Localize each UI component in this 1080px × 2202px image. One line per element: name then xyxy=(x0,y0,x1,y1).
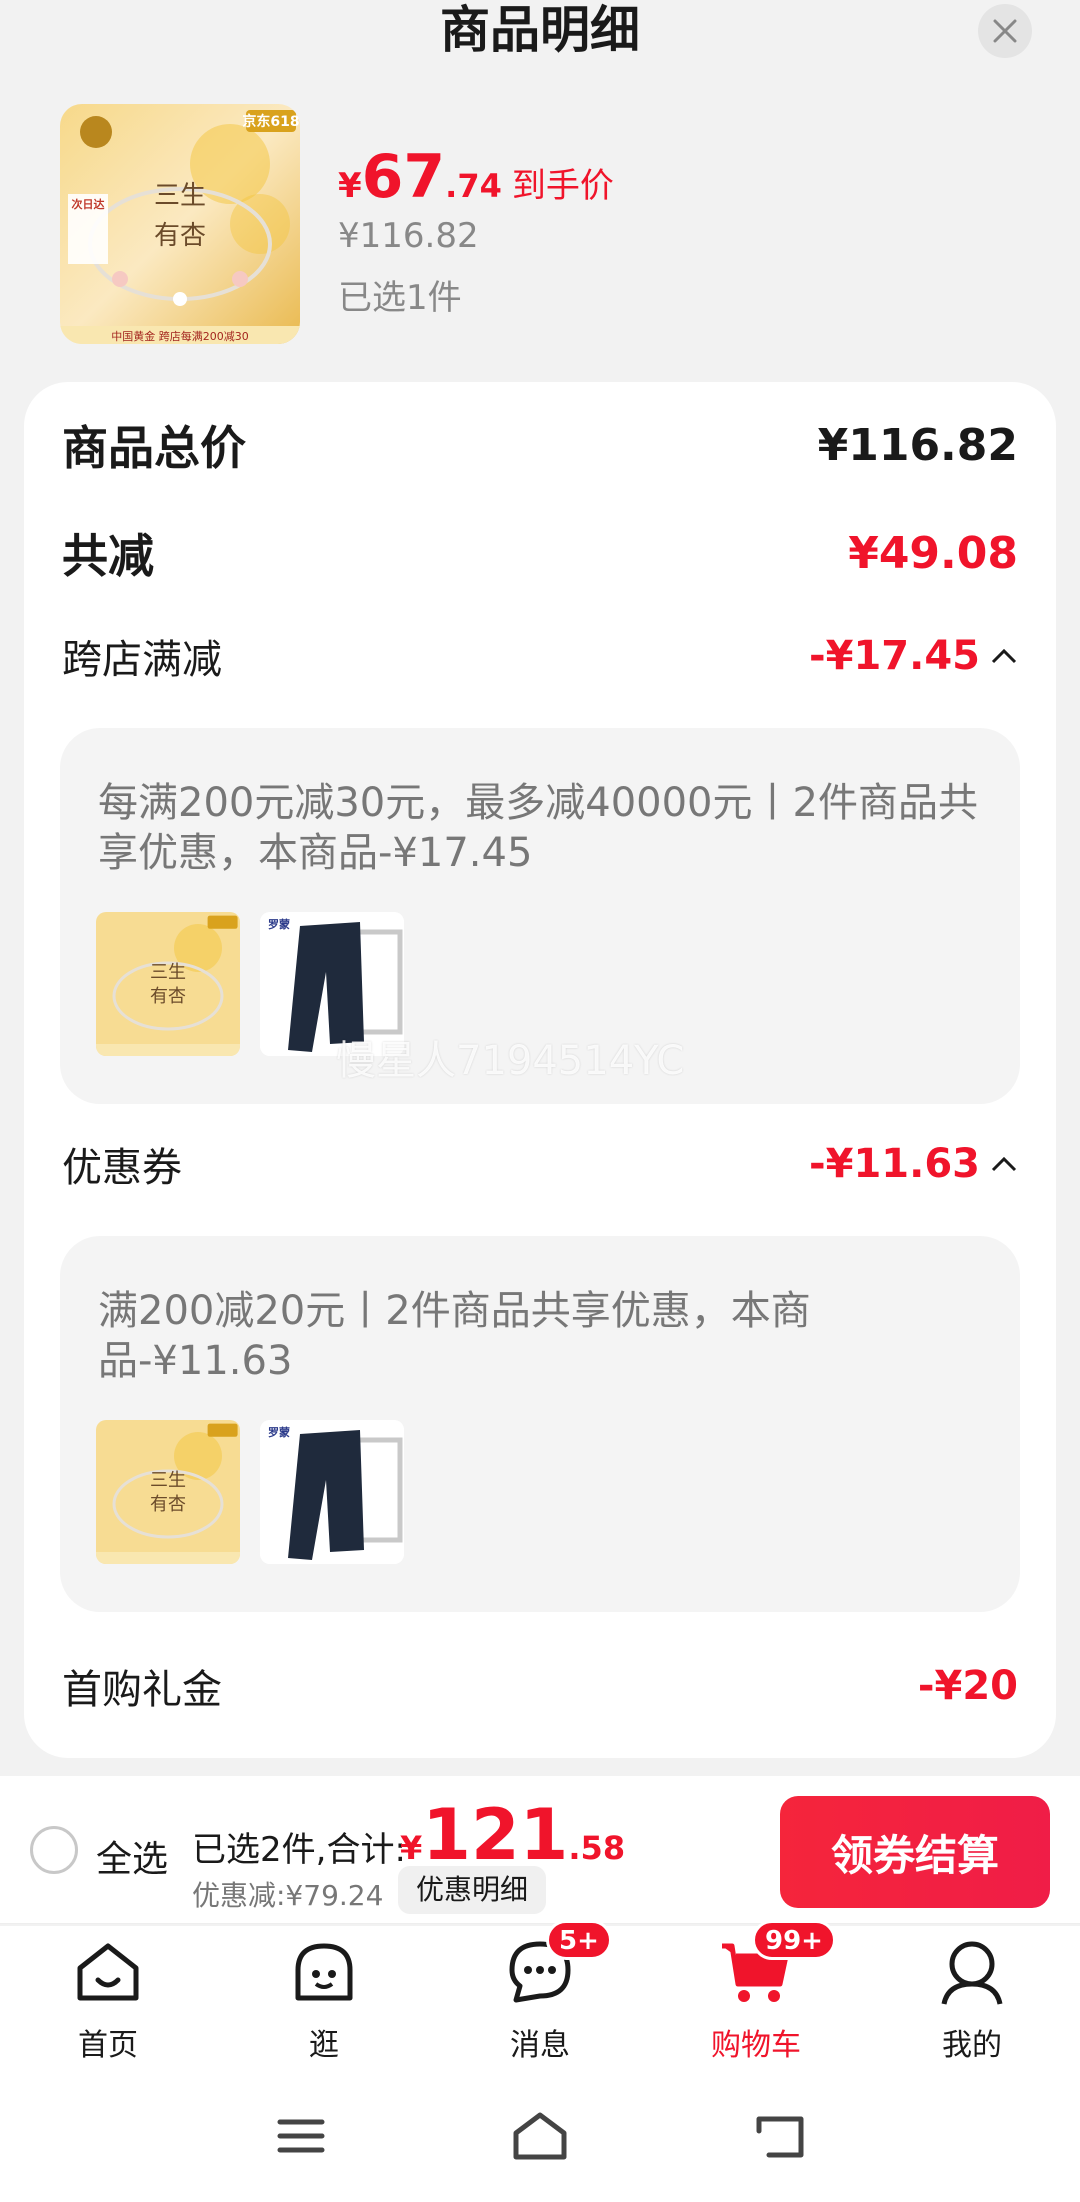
reduce-label: 共减 xyxy=(62,529,154,583)
menu-nav-button[interactable] xyxy=(266,2106,336,2166)
checkout-button[interactable]: 领券结算 xyxy=(780,1796,1050,1908)
total-value: ¥116.82 xyxy=(817,419,1018,471)
coupon-detail-text: 满200减20元丨2件商品共享优惠，本商品-¥11.63 xyxy=(98,1288,811,1384)
discount-total: 优惠减:¥79.24 xyxy=(192,1879,384,1912)
original-price: ¥116.82 xyxy=(338,216,479,256)
message-badge: 5+ xyxy=(546,1920,612,1960)
promo-amount: -¥11.63 xyxy=(809,1141,1018,1187)
promo-amount-text: -¥17.45 xyxy=(809,633,980,679)
gift-row: 首购礼金 -¥20 xyxy=(62,1646,1018,1726)
price-tag: 到手价 xyxy=(511,166,614,206)
total-integer: 121 xyxy=(422,1794,569,1876)
reduce-value: ¥49.08 xyxy=(848,527,1018,579)
discount-detail-button[interactable]: 优惠明细 xyxy=(398,1866,547,1914)
gift-amount: -¥20 xyxy=(917,1663,1018,1709)
select-all-radio[interactable] xyxy=(30,1826,78,1874)
face-icon xyxy=(286,1934,362,2010)
tab-label: 消息 xyxy=(510,2028,570,2063)
price-decimal: .74 xyxy=(445,167,502,205)
reduce-row: 共减 ¥49.08 xyxy=(62,508,1018,598)
trousers-thumb-image: 罗蒙 xyxy=(260,1420,404,1564)
total-row: 商品总价 ¥116.82 xyxy=(62,400,1018,490)
svg-text:三生: 三生 xyxy=(154,181,206,211)
tab-label: 首页 xyxy=(78,2028,138,2063)
watermark: 慢星人7194514YC xyxy=(336,1038,685,1084)
back-icon xyxy=(756,2116,804,2158)
tab-label: 购物车 xyxy=(711,2028,801,2063)
svg-text:三生: 三生 xyxy=(150,1470,186,1491)
promo-amount: -¥17.45 xyxy=(809,633,1018,679)
promo-product-thumb[interactable]: 三生 有杏 xyxy=(96,912,240,1056)
system-navigation-bar xyxy=(0,2076,1080,2202)
chevron-up-icon xyxy=(991,1156,1017,1172)
total-label: 商品总价 xyxy=(62,421,246,475)
promo-row-cross-store[interactable]: 跨店满减 -¥17.45 xyxy=(62,616,1018,696)
svg-text:有杏: 有杏 xyxy=(154,221,206,251)
tab-home[interactable]: 首页 xyxy=(38,1934,178,2074)
price-currency: ¥ xyxy=(338,166,362,206)
coupon-product-thumb[interactable]: 罗蒙 xyxy=(260,1420,404,1564)
svg-text:次日达: 次日达 xyxy=(72,197,105,211)
tab-explore[interactable]: 逛 xyxy=(254,1934,394,2074)
svg-text:三生: 三生 xyxy=(150,962,186,983)
jewelry-thumb-image: 三生 有杏 xyxy=(96,1420,240,1564)
tab-messages[interactable]: 5+ 消息 xyxy=(470,1920,612,2074)
bottom-tab-bar: 首页 逛 5+ 消息 99+ 购物车 我的 xyxy=(0,1920,1080,2076)
jewelry-thumb-image: 三生 有杏 xyxy=(96,912,240,1056)
tab-cart[interactable]: 99+ 购物车 xyxy=(686,1920,836,2074)
tab-profile[interactable]: 我的 xyxy=(902,1934,1042,2074)
user-icon xyxy=(934,1934,1010,2010)
close-button[interactable] xyxy=(978,4,1032,58)
price-integer: 67 xyxy=(361,142,446,212)
product-thumbnail[interactable]: 京东618 次日达 三生 有杏 中国黄金 跨店每满200减30 xyxy=(60,104,300,344)
product-summary: 京东618 次日达 三生 有杏 中国黄金 跨店每满200减30 ¥67.74 到手… xyxy=(60,104,1020,344)
selected-count: 已选1件 xyxy=(338,278,462,318)
select-all-label[interactable]: 全选 xyxy=(96,1830,168,1882)
svg-text:中国黄金 跨店每满200减30: 中国黄金 跨店每满200减30 xyxy=(111,329,249,343)
jewelry-product-image: 京东618 次日达 三生 有杏 中国黄金 跨店每满200减30 xyxy=(60,104,300,344)
svg-text:有杏: 有杏 xyxy=(150,1494,186,1515)
total-currency: ¥ xyxy=(400,1829,423,1867)
cart-badge: 99+ xyxy=(752,1920,836,1960)
tab-label: 我的 xyxy=(942,2028,1002,2063)
chat-icon: 5+ xyxy=(502,1920,612,2010)
svg-text:京东618: 京东618 xyxy=(242,113,299,130)
close-icon xyxy=(993,19,1017,43)
menu-icon xyxy=(277,2119,325,2153)
final-price: ¥67.74 到手价 xyxy=(338,142,614,212)
coupon-detail-box: 满200减20元丨2件商品共享优惠，本商品-¥11.63 三生 有杏 罗蒙 xyxy=(60,1236,1020,1612)
promo-row-coupon[interactable]: 优惠券 -¥11.63 xyxy=(62,1124,1018,1204)
promo-detail-text: 每满200元减30元，最多减40000元丨2件商品共享优惠，本商品-¥17.45 xyxy=(98,780,978,876)
tab-label: 逛 xyxy=(309,2028,339,2063)
promo-label: 优惠券 xyxy=(62,1145,182,1191)
home-nav-button[interactable] xyxy=(505,2106,575,2166)
sheet-header: 商品明细 xyxy=(0,0,1080,80)
promo-label: 跨店满减 xyxy=(62,637,222,683)
home-icon xyxy=(70,1934,146,2010)
total-decimal: .58 xyxy=(568,1829,626,1867)
svg-text:罗蒙: 罗蒙 xyxy=(268,917,290,931)
gift-label: 首购礼金 xyxy=(62,1667,222,1713)
checkout-bar: 全选 已选2件,合计: ¥121.58 优惠减:¥79.24 优惠明细 领券结算 xyxy=(0,1776,1080,1924)
selected-summary: 已选2件,合计: xyxy=(192,1830,406,1870)
svg-text:有杏: 有杏 xyxy=(150,986,186,1007)
sheet-title: 商品明细 xyxy=(440,1,640,59)
svg-text:罗蒙: 罗蒙 xyxy=(268,1425,290,1439)
total-price: ¥121.58 xyxy=(400,1794,625,1876)
cart-icon: 99+ xyxy=(718,1920,836,2010)
coupon-product-thumb[interactable]: 三生 有杏 xyxy=(96,1420,240,1564)
home-nav-icon xyxy=(513,2112,567,2160)
back-nav-button[interactable] xyxy=(744,2106,814,2166)
promo-amount-text: -¥11.63 xyxy=(809,1141,980,1187)
chevron-up-icon xyxy=(991,648,1017,664)
